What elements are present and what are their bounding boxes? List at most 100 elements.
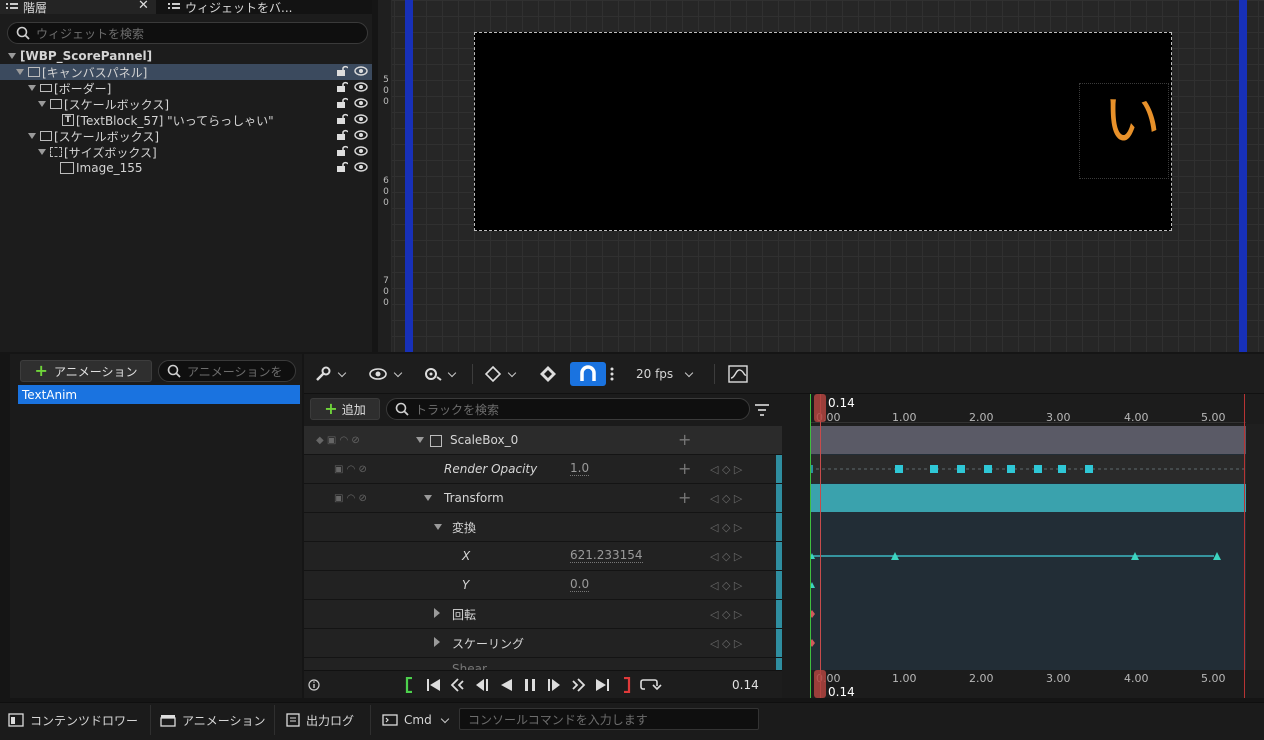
track-transform[interactable]: ▣ ◠ ⊘ Transform + ◁ ◇ ▷ [304, 484, 782, 513]
pause-icon[interactable] [522, 677, 538, 693]
lock-icon[interactable] [336, 129, 348, 141]
add-track-button[interactable]: + 追加 [310, 398, 380, 420]
timeline-ruler-top[interactable]: 0.00 1.00 2.00 3.00 4.00 5.00 0.14 [810, 394, 1264, 424]
set-end-icon[interactable] [622, 677, 632, 693]
eye-icon[interactable] [354, 97, 368, 109]
opacity-keyframes[interactable] [810, 455, 1246, 483]
track-search-input[interactable]: トラックを検索 [386, 398, 750, 420]
snap-toggle-button[interactable] [570, 362, 606, 386]
lock-icon[interactable] [336, 145, 348, 157]
timeline-tracks-area[interactable] [810, 426, 1246, 670]
expand-arrow-icon[interactable] [8, 53, 16, 59]
track-x[interactable]: X 621.233154 ◁ ◇ ▷ [304, 542, 782, 571]
eye-icon[interactable] [354, 113, 368, 125]
track-value[interactable]: 0.0 [570, 578, 590, 592]
expand-arrow-icon[interactable] [416, 437, 424, 443]
expand-arrow-icon[interactable] [28, 85, 36, 91]
section-x[interactable] [810, 542, 1246, 570]
expand-arrow-icon[interactable] [28, 133, 36, 139]
track-scale[interactable]: スケーリング ◁ ◇ ▷ [304, 629, 782, 658]
playhead-handle-bottom[interactable] [814, 670, 826, 698]
tree-item-textblock[interactable]: T [TextBlock_57] "いってらっしゃい" [0, 112, 372, 128]
step-forward-icon[interactable] [546, 677, 562, 693]
eye-icon[interactable] [354, 145, 368, 157]
previous-key-icon[interactable] [450, 677, 466, 693]
tree-item-border[interactable]: [ボーダー] [0, 80, 372, 96]
eye-icon[interactable] [354, 65, 368, 77]
close-icon[interactable]: ✕ [138, 0, 149, 13]
y-keyframe[interactable] [810, 571, 820, 599]
end-range-marker[interactable] [1244, 394, 1245, 698]
expand-arrow-icon[interactable] [424, 495, 432, 501]
designer-canvas[interactable]: 5 0 0 6 0 0 7 0 0 い [378, 0, 1264, 352]
tools-menu-button[interactable] [314, 362, 347, 386]
collapse-arrow-icon[interactable] [434, 637, 440, 647]
jump-to-end-icon[interactable] [594, 677, 610, 693]
tree-item-image[interactable]: Image_155 [0, 160, 372, 176]
auto-key-button[interactable] [538, 362, 558, 386]
view-menu-button[interactable] [368, 362, 403, 386]
tab-hierarchy[interactable]: 階層 ✕ [0, 0, 156, 15]
key-nav-icons[interactable]: ◁ ◇ ▷ [710, 608, 742, 621]
collapse-arrow-icon[interactable] [434, 608, 440, 618]
lock-icon[interactable] [336, 161, 348, 173]
playback-options-button[interactable] [422, 362, 457, 386]
eye-icon[interactable] [354, 161, 368, 173]
track-scale-box[interactable]: ◆ ▣ ◠ ⊘ ScaleBox_0 + [304, 426, 782, 455]
console-command-input[interactable]: コンソールコマンドを入力します [459, 708, 759, 730]
key-nav-icons[interactable]: ◁ ◇ ▷ [710, 579, 742, 592]
expand-arrow-icon[interactable] [16, 69, 24, 75]
track-render-opacity[interactable]: ▣ ◠ ⊘ Render Opacity 1.0 + ◁ ◇ ▷ [304, 455, 782, 484]
expand-arrow-icon[interactable] [434, 524, 442, 530]
widget-search-input[interactable]: ウィジェットを検索 [7, 22, 368, 44]
timeline-view[interactable]: 0.00 1.00 2.00 3.00 4.00 5.00 0.14 0.00 … [810, 394, 1264, 699]
track-value[interactable]: 1.0 [570, 462, 590, 476]
add-plus-icon[interactable]: + [678, 430, 691, 449]
section-transform[interactable] [810, 484, 1246, 512]
scale-keyframe[interactable] [810, 629, 820, 657]
animation-search-input[interactable]: アニメーションを [158, 360, 296, 382]
add-plus-icon[interactable]: + [678, 459, 691, 478]
key-nav-icons[interactable]: ◁ ◇ ▷ [710, 637, 742, 650]
x-keyframes[interactable] [810, 542, 1246, 570]
tree-item-canvas-panel[interactable]: [キャンバスパネル] [0, 64, 372, 80]
tab-bind-widgets[interactable]: ウィジェットをバ... [162, 0, 302, 15]
track-shear[interactable]: Shear [304, 658, 782, 670]
animation-tab-button[interactable]: アニメーション [160, 709, 266, 731]
current-time-display[interactable]: 0.14 [732, 678, 759, 692]
section-render-opacity[interactable] [810, 455, 1246, 483]
track-rotation[interactable]: 回転 ◁ ◇ ▷ [304, 600, 782, 629]
set-start-icon[interactable] [404, 677, 414, 693]
animation-item[interactable]: TextAnim [18, 385, 300, 404]
eye-icon[interactable] [354, 81, 368, 93]
step-back-icon[interactable] [474, 677, 490, 693]
lock-icon[interactable] [336, 81, 348, 93]
lock-icon[interactable] [336, 97, 348, 109]
tree-item-scale-box-2[interactable]: [スケールボックス] [0, 128, 372, 144]
jump-to-start-icon[interactable] [426, 677, 442, 693]
track-y[interactable]: Y 0.0 ◁ ◇ ▷ [304, 571, 782, 600]
key-options-button[interactable] [484, 362, 517, 386]
expand-arrow-icon[interactable] [38, 149, 46, 155]
track-translation[interactable]: 変換 ◁ ◇ ▷ [304, 513, 782, 542]
section-scale-box[interactable] [810, 426, 1246, 454]
lock-icon[interactable] [336, 65, 348, 77]
output-log-button[interactable]: 出力ログ [286, 709, 354, 731]
expand-arrow-icon[interactable] [38, 101, 46, 107]
loop-icon[interactable] [640, 677, 662, 693]
key-nav-icons[interactable]: ◁ ◇ ▷ [710, 492, 742, 505]
next-key-icon[interactable] [570, 677, 586, 693]
curve-editor-button[interactable] [728, 362, 748, 386]
lock-icon[interactable] [336, 113, 348, 125]
timeline-ruler-bottom[interactable]: 0.00 1.00 2.00 3.00 4.00 5.00 0.14 [810, 670, 1264, 699]
score-panel-widget[interactable]: い [474, 32, 1172, 231]
add-plus-icon[interactable]: + [678, 488, 691, 507]
play-reverse-icon[interactable] [498, 677, 514, 693]
key-nav-icons[interactable]: ◁ ◇ ▷ [710, 521, 742, 534]
add-animation-button[interactable]: + アニメーション [20, 360, 152, 382]
filter-icon[interactable] [754, 403, 770, 417]
rotation-keyframe[interactable] [810, 600, 820, 628]
playhead-handle[interactable] [814, 394, 826, 422]
content-drawer-button[interactable]: コンテンツドロワー [8, 709, 138, 731]
tree-item-root[interactable]: [WBP_ScorePannel] [0, 48, 372, 64]
